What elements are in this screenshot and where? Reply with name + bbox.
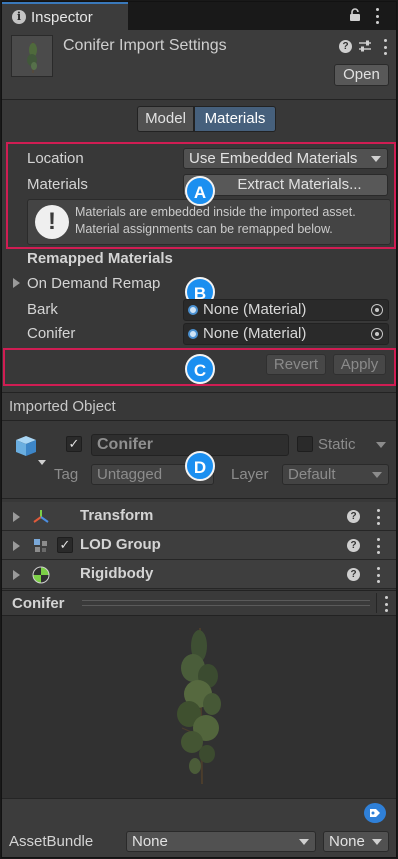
- asset-bundle-name-value: None: [132, 833, 168, 850]
- materials-label: Materials: [27, 176, 88, 193]
- kebab-menu-icon[interactable]: [384, 39, 388, 55]
- asset-bundle-label: AssetBundle: [9, 833, 94, 850]
- gameobject-cube-icon[interactable]: [12, 432, 42, 462]
- asset-bundle-name-dropdown[interactable]: None: [126, 831, 316, 852]
- static-label: Static: [318, 436, 356, 453]
- asset-bundle-variant-dropdown[interactable]: None: [323, 831, 389, 852]
- foldout-arrow-icon[interactable]: [13, 512, 20, 522]
- component-title: Transform: [80, 507, 154, 524]
- kebab-menu-icon[interactable]: [385, 596, 389, 612]
- import-settings-header: Conifer Import Settings ? Open: [2, 30, 396, 100]
- help-text-line-2: Material assignments can be remapped bel…: [75, 222, 333, 236]
- tab-bar: i Inspector: [2, 2, 396, 30]
- bark-material-field[interactable]: None (Material): [183, 299, 389, 321]
- location-label: Location: [27, 150, 84, 167]
- revert-button[interactable]: Revert: [266, 354, 326, 375]
- component-header-transform[interactable]: Transform ?: [2, 502, 396, 531]
- object-picker-icon[interactable]: [371, 304, 383, 316]
- object-picker-icon[interactable]: [371, 328, 383, 340]
- apply-button[interactable]: Apply: [333, 354, 386, 375]
- help-text-line-1: Materials are embedded inside the import…: [75, 205, 356, 219]
- preview-drag-handle[interactable]: [82, 600, 370, 606]
- callout-marker-d: D: [185, 451, 215, 481]
- divider: [376, 593, 377, 613]
- conifer-tree-preview: [177, 627, 221, 785]
- layer-dropdown[interactable]: Default: [282, 464, 389, 485]
- static-checkbox[interactable]: [297, 436, 313, 452]
- active-checkbox[interactable]: ✓: [66, 436, 82, 452]
- kebab-menu-icon[interactable]: [377, 509, 381, 525]
- tab-materials[interactable]: Materials: [194, 106, 276, 132]
- location-dropdown[interactable]: Use Embedded Materials: [183, 148, 388, 169]
- chevron-down-icon: [372, 472, 382, 478]
- warning-icon: !: [35, 205, 69, 239]
- page-title: Conifer Import Settings: [63, 37, 227, 54]
- foldout-arrow-icon[interactable]: [13, 570, 20, 580]
- tag-dropdown-value: Untagged: [97, 466, 163, 483]
- preview-title: Conifer: [12, 595, 65, 612]
- chevron-down-icon[interactable]: [376, 442, 386, 448]
- open-button[interactable]: Open: [334, 64, 389, 86]
- callout-marker-a: A: [185, 176, 215, 206]
- transform-icon: [32, 508, 50, 526]
- chevron-down-icon[interactable]: [38, 460, 46, 465]
- tab-model[interactable]: Model: [137, 106, 194, 132]
- asset-thumbnail: [11, 35, 53, 77]
- component-header-rigidbody[interactable]: Rigidbody ?: [2, 560, 396, 589]
- help-icon[interactable]: ?: [347, 568, 360, 581]
- tag-label: Tag: [54, 466, 79, 483]
- rigidbody-icon: [32, 566, 50, 584]
- lod-group-enabled-checkbox[interactable]: ✓: [57, 537, 73, 553]
- object-name-value: Conifer: [97, 436, 153, 453]
- remapped-materials-heading: Remapped Materials: [27, 250, 173, 267]
- inspector-tab[interactable]: i Inspector: [2, 2, 128, 30]
- foldout-arrow-icon[interactable]: [13, 541, 20, 551]
- kebab-menu-icon[interactable]: [377, 567, 381, 583]
- conifer-material-value: None (Material): [203, 325, 307, 342]
- model-preview-area[interactable]: [2, 616, 396, 798]
- on-demand-remap-foldout[interactable]: On Demand Remap: [27, 275, 160, 292]
- section-divider: [2, 392, 396, 393]
- kebab-menu-icon[interactable]: [376, 8, 380, 24]
- asset-bundle-footer: AssetBundle None None: [2, 798, 396, 857]
- kebab-menu-icon[interactable]: [377, 538, 381, 554]
- chevron-down-icon: [371, 156, 381, 162]
- help-icon[interactable]: ?: [347, 510, 360, 523]
- component-title: Rigidbody: [80, 565, 154, 582]
- inspector-panel: i Inspector Conifer Import Settings ? Op…: [1, 1, 397, 858]
- material-icon: [188, 305, 198, 315]
- bark-label: Bark: [27, 301, 58, 318]
- help-text: Materials are embedded inside the import…: [75, 204, 356, 238]
- bark-material-value: None (Material): [203, 301, 307, 318]
- extract-materials-label: Extract Materials...: [237, 176, 362, 193]
- conifer-label: Conifer: [27, 325, 76, 342]
- material-icon: [188, 329, 198, 339]
- help-icon[interactable]: ?: [347, 539, 360, 552]
- layer-label: Layer: [231, 466, 269, 483]
- presets-icon[interactable]: [358, 39, 372, 53]
- location-dropdown-value: Use Embedded Materials: [189, 150, 358, 167]
- component-title: LOD Group: [80, 536, 161, 553]
- chevron-down-icon: [299, 839, 309, 845]
- object-name-field[interactable]: Conifer: [91, 434, 289, 456]
- preview-header[interactable]: Conifer: [2, 590, 396, 616]
- lod-group-icon: [32, 537, 50, 555]
- foldout-arrow-icon[interactable]: [13, 278, 20, 288]
- help-icon[interactable]: ?: [339, 40, 352, 53]
- section-divider: [2, 498, 396, 499]
- component-header-lod-group[interactable]: ✓ LOD Group ?: [2, 531, 396, 560]
- inspector-tab-label: Inspector: [31, 9, 93, 26]
- layer-dropdown-value: Default: [288, 466, 336, 483]
- section-divider: [2, 420, 396, 421]
- imported-object-heading: Imported Object: [9, 398, 116, 415]
- chevron-down-icon: [372, 839, 382, 845]
- lock-icon[interactable]: [349, 8, 361, 22]
- conifer-material-field[interactable]: None (Material): [183, 323, 389, 345]
- label-tag-icon[interactable]: [364, 803, 386, 823]
- info-icon: i: [12, 10, 26, 24]
- help-box: ! Materials are embedded inside the impo…: [27, 199, 391, 245]
- asset-bundle-variant-value: None: [329, 833, 365, 850]
- callout-marker-c: C: [185, 354, 215, 384]
